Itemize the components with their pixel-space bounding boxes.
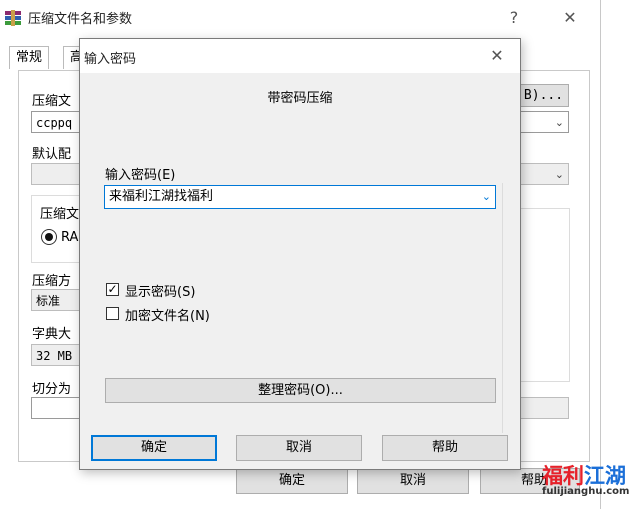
organize-passwords-button[interactable]: 整理密码(O)... — [105, 378, 496, 403]
password-dialog: 输入密码 ✕ 带密码压缩 输入密码(E) 来福利江湖找福利 ⌄ ✓ 显示密码(S… — [79, 38, 521, 470]
dict-label: 字典大 — [32, 327, 72, 342]
split-combo-right[interactable] — [519, 397, 569, 419]
dialog-cancel-button[interactable]: 取消 — [236, 435, 362, 461]
watermark-text-a: 福利 — [542, 464, 584, 488]
archive-format-group-right — [519, 208, 570, 382]
dialog-ok-button[interactable]: 确定 — [91, 435, 217, 461]
background-window-title: 压缩文件名和参数 — [28, 12, 133, 27]
dialog-titlebar: 输入密码 ✕ — [80, 39, 520, 73]
password-input-value: 来福利江湖找福利 — [109, 189, 214, 204]
checkmark-icon: ✓ — [107, 282, 118, 296]
default-profile-label: 默认配 — [32, 147, 72, 162]
dialog-body: 带密码压缩 输入密码(E) 来福利江湖找福利 ⌄ ✓ 显示密码(S) 加密文件名… — [80, 73, 520, 469]
winrar-icon — [4, 10, 22, 26]
split-combo[interactable] — [31, 397, 81, 419]
bg-ok-button[interactable]: 确定 — [236, 468, 348, 494]
archive-format-label: 压缩文 — [40, 207, 80, 222]
encrypt-names-label: 加密文件名(N) — [125, 309, 210, 324]
split-label: 切分为 — [32, 382, 72, 397]
default-profile-combo-right[interactable]: ⌄ — [519, 163, 569, 185]
dialog-close-icon[interactable]: ✕ — [485, 45, 509, 67]
browse-button[interactable]: B)... — [519, 84, 569, 107]
archive-name-combo[interactable]: ⌄ — [519, 111, 569, 133]
show-password-checkbox[interactable]: ✓ — [106, 283, 119, 296]
archive-name-label: 压缩文 — [32, 94, 72, 109]
close-icon[interactable]: ✕ — [558, 7, 582, 29]
encrypt-names-checkbox[interactable] — [106, 307, 119, 320]
rar-radio-label: RA — [61, 230, 79, 245]
watermark-logo: 福利江湖 fulijianghu.com — [540, 460, 638, 508]
rar-radio[interactable] — [41, 229, 57, 245]
password-label: 输入密码(E) — [105, 168, 176, 183]
bg-cancel-button[interactable]: 取消 — [357, 468, 469, 494]
chevron-down-icon: ⌄ — [481, 190, 491, 203]
chevron-down-icon: ⌄ — [554, 116, 564, 129]
dialog-help-button[interactable]: 帮助 — [382, 435, 508, 461]
show-password-label: 显示密码(S) — [125, 285, 196, 300]
dialog-heading: 带密码压缩 — [267, 91, 333, 106]
method-label: 压缩方 — [32, 274, 72, 289]
dialog-title: 输入密码 — [84, 52, 137, 67]
dict-combo[interactable]: 32 MB — [31, 344, 81, 366]
method-combo[interactable]: 标准 — [31, 289, 81, 311]
tab-general[interactable]: 常规 — [9, 46, 50, 69]
help-title-button[interactable]: ? — [503, 7, 525, 29]
watermark-url: fulijianghu.com — [542, 486, 630, 497]
chevron-down-icon: ⌄ — [554, 168, 564, 181]
watermark-text-b: 江湖 — [584, 464, 626, 488]
password-input[interactable]: 来福利江湖找福利 ⌄ — [104, 185, 496, 209]
